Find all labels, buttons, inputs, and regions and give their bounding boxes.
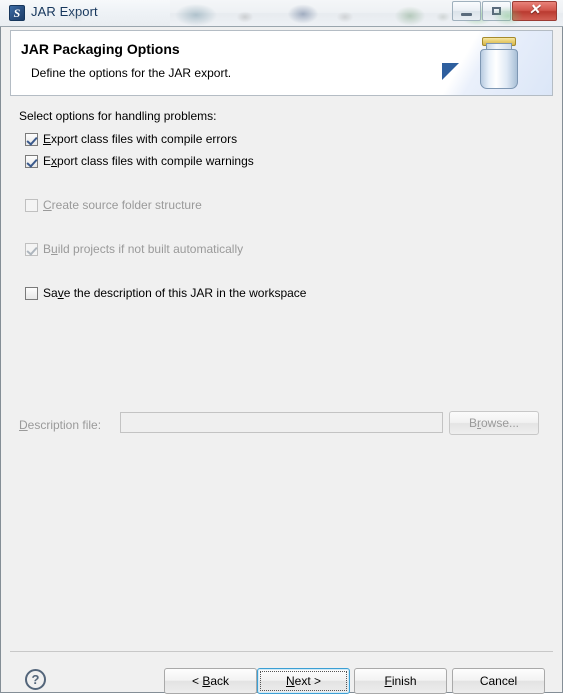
minimize-button[interactable]	[452, 1, 481, 21]
page-description: Define the options for the JAR export.	[31, 66, 232, 80]
dialog-footer: ? < Back Next > Finish Cancel	[1, 652, 562, 694]
arrow-triangle-icon	[442, 63, 459, 80]
dialog-body: JAR Packaging Options Define the options…	[0, 27, 563, 694]
checkbox-label: Export class files with compile warnings	[43, 154, 254, 168]
jar-banner-icon	[436, 31, 552, 95]
checkbox-build-projects-if-not-built-automatically: Build projects if not built automaticall…	[25, 242, 243, 256]
maximize-button[interactable]	[482, 1, 511, 21]
finish-button[interactable]: Finish	[354, 668, 447, 694]
jar-body-icon	[480, 49, 518, 89]
checkbox-box[interactable]	[25, 286, 38, 300]
checkbox-box[interactable]	[25, 154, 38, 168]
description-file-label: Description file:	[19, 418, 102, 432]
browse-button[interactable]: Browse...	[449, 411, 539, 435]
checkbox-label: Save the description of this JAR in the …	[43, 286, 307, 300]
jar-export-icon: S	[9, 5, 25, 21]
window-title: JAR Export	[31, 4, 98, 19]
minimize-icon	[461, 13, 472, 16]
jar-export-dialog-window: S JAR Export ✕ JAR Packaging Options Def…	[0, 0, 563, 694]
checkbox-box	[25, 198, 38, 212]
options-group-label: Select options for handling problems:	[19, 109, 217, 123]
wizard-header: JAR Packaging Options Define the options…	[10, 30, 553, 96]
back-button[interactable]: < Back	[164, 668, 257, 694]
checkbox-save-description-of-jar-in-workspace[interactable]: Save the description of this JAR in the …	[25, 286, 306, 300]
close-icon: ✕	[528, 3, 541, 18]
options-panel: Select options for handling problems: Ex…	[1, 97, 562, 619]
checkbox-label: Create source folder structure	[43, 198, 202, 212]
checkbox-box[interactable]	[25, 132, 38, 146]
maximize-icon	[492, 7, 501, 15]
page-title: JAR Packaging Options	[21, 41, 180, 57]
help-icon[interactable]: ?	[25, 669, 46, 690]
checkbox-create-source-folder-structure: Create source folder structure	[25, 198, 202, 212]
description-file-input[interactable]	[120, 412, 443, 433]
checkbox-label: Export class files with compile errors	[43, 132, 238, 146]
close-button[interactable]: ✕	[512, 1, 557, 21]
cancel-button[interactable]: Cancel	[452, 668, 545, 694]
checkbox-label: Build projects if not built automaticall…	[43, 242, 244, 256]
title-bar: S JAR Export ✕	[0, 0, 563, 27]
next-button[interactable]: Next >	[257, 668, 350, 694]
checkbox-box	[25, 242, 38, 256]
checkbox-export-class-files-compile-errors[interactable]: Export class files with compile errors	[25, 132, 237, 146]
checkbox-export-class-files-compile-warnings[interactable]: Export class files with compile warnings	[25, 154, 254, 168]
